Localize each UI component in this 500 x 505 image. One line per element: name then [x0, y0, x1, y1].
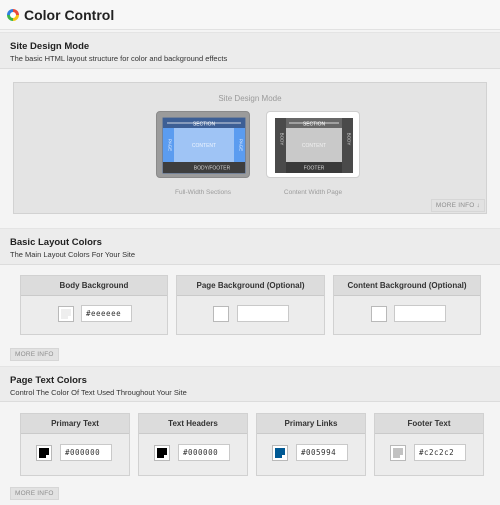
color-box-label: Content Background (Optional) — [334, 276, 480, 296]
more-info-button[interactable]: MORE INFO — [10, 487, 59, 500]
header-bar: Color Control — [0, 0, 500, 30]
mode-option-content-width[interactable]: BODY BODY SECTION CONTENT FOOTER — [266, 111, 360, 178]
section-header-site-design: Site Design Mode The basic HTML layout s… — [0, 32, 500, 69]
color-box-label: Primary Text — [21, 414, 129, 434]
page-title: Color Control — [24, 7, 115, 23]
color-wheel-icon — [7, 9, 19, 21]
color-hex-input[interactable]: #000000 — [178, 444, 230, 461]
color-box-label: Text Headers — [139, 414, 247, 434]
diagram-label-left: PAGE — [168, 139, 173, 151]
color-box-label: Primary Links — [257, 414, 365, 434]
color-box-content-background: Content Background (Optional) — [333, 275, 481, 335]
content-width-layout-icon: BODY BODY SECTION CONTENT FOOTER — [275, 118, 353, 173]
section-description: Control The Color Of Text Used Throughou… — [10, 388, 187, 397]
diagram-label-right: PAGE — [239, 139, 244, 151]
mode-option-full-width[interactable]: SECTION PAGE PAGE CONTENT BODY/FOOTER — [156, 111, 250, 178]
color-hex-input[interactable]: #c2c2c2 — [414, 444, 466, 461]
color-swatch[interactable] — [371, 306, 387, 322]
more-info-button[interactable]: MORE INFO ↓ — [430, 199, 485, 212]
color-swatch[interactable] — [213, 306, 229, 322]
color-box-primary-text: Primary Text #000000 — [20, 413, 130, 476]
diagram-label-bottom: BODY/FOOTER — [194, 166, 231, 172]
color-box-text-headers: Text Headers #000000 — [138, 413, 248, 476]
color-hex-input[interactable]: #eeeeee — [81, 305, 132, 322]
color-swatch[interactable] — [154, 445, 170, 461]
color-hex-input[interactable] — [237, 305, 289, 322]
full-width-layout-icon: SECTION PAGE PAGE CONTENT BODY/FOOTER — [162, 117, 246, 174]
diagram-label-top: SECTION — [193, 122, 216, 128]
diagram-label-top: SECTION — [303, 122, 326, 128]
color-swatch[interactable] — [36, 445, 52, 461]
diagram-label-left: BODY — [280, 133, 285, 146]
diagram-label-center: CONTENT — [302, 143, 326, 149]
mode-caption-content-width: Content Width Page — [283, 189, 343, 196]
section-description: The Main Layout Colors For Your Site — [10, 250, 136, 259]
mode-caption-full-width: Full-Width Sections — [175, 189, 231, 196]
diagram-label-center: CONTENT — [192, 143, 216, 149]
section-header-text-colors: Page Text Colors Control The Color Of Te… — [0, 366, 500, 402]
section-title: Site Design Mode — [10, 41, 90, 52]
diagram-label-bottom: FOOTER — [304, 166, 325, 172]
color-box-label: Body Background — [21, 276, 167, 296]
section-title: Basic Layout Colors — [10, 237, 102, 248]
site-design-panel: Site Design Mode SECTION PAGE PAGE CONTE… — [13, 82, 487, 214]
color-box-label: Page Background (Optional) — [177, 276, 324, 296]
more-info-button[interactable]: MORE INFO — [10, 348, 59, 361]
color-swatch[interactable] — [58, 306, 74, 322]
color-box-page-background: Page Background (Optional) — [176, 275, 325, 335]
section-header-layout-colors: Basic Layout Colors The Main Layout Colo… — [0, 228, 500, 265]
color-box-label: Footer Text — [375, 414, 483, 434]
color-hex-input[interactable]: #000000 — [60, 444, 112, 461]
section-description: The basic HTML layout structure for colo… — [10, 54, 228, 63]
color-swatch[interactable] — [272, 445, 288, 461]
color-hex-input[interactable]: #005994 — [296, 444, 348, 461]
color-swatch[interactable] — [390, 445, 406, 461]
color-hex-input[interactable] — [394, 305, 446, 322]
panel-title: Site Design Mode — [218, 94, 282, 103]
color-box-body-background: Body Background #eeeeee — [20, 275, 168, 335]
section-title: Page Text Colors — [10, 375, 87, 386]
color-box-footer-text: Footer Text #c2c2c2 — [374, 413, 484, 476]
diagram-label-right: BODY — [347, 133, 352, 146]
color-box-primary-links: Primary Links #005994 — [256, 413, 366, 476]
